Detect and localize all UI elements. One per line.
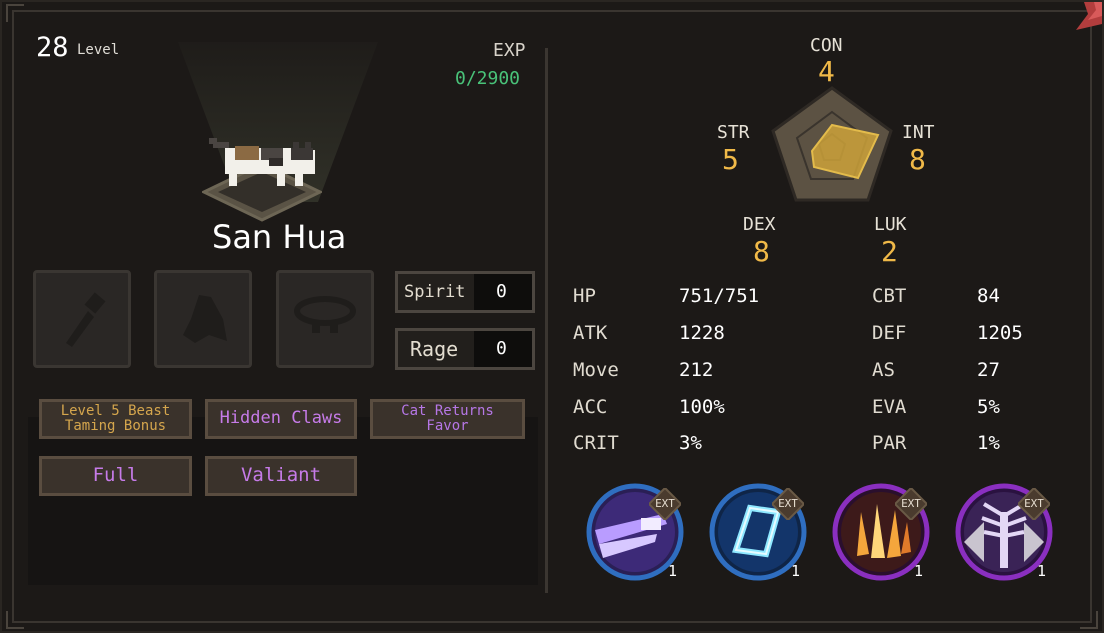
attr-str-value: 5 [722,143,739,176]
trait-tag[interactable]: Hidden Claws [205,399,357,439]
ext-badge-label: EXT [655,497,675,510]
stat-label: CRIT [573,432,619,454]
equip-slot-accessory[interactable] [276,270,374,368]
spirit-label: Spirit [404,282,466,302]
trait-tag[interactable]: Valiant [205,456,357,496]
exp-value: 0/2900 [455,68,521,89]
trait-tag[interactable]: Cat Returns Favor [370,399,525,439]
skill-count: 1 [790,562,800,580]
rage-value: 0 [474,331,532,367]
exp-label: EXP [493,40,526,61]
level-label: Level [77,42,120,58]
cat-pet-sprite[interactable] [207,130,322,192]
stat-label: DEF [872,322,907,344]
skill-count: 1 [667,562,677,580]
stat-value: 5% [977,396,1000,418]
character-panel: 28 Level EXP 0/2900 San Hua Spirit 0 Rag… [0,0,1104,633]
ext-badge: EXT [647,486,683,522]
stat-label: PAR [872,432,907,454]
trait-tag[interactable]: Full [39,456,192,496]
stat-value: 84 [977,285,1000,307]
ext-badge: EXT [1016,486,1052,522]
ext-badge-label: EXT [778,497,798,510]
attr-luk-label: LUK [874,214,907,235]
attr-str-label: STR [717,122,750,143]
ext-badge: EXT [893,486,929,522]
skill-slot[interactable]: EXT 1 [831,482,931,582]
level-number: 28 [36,32,69,63]
close-icon[interactable] [1066,2,1102,38]
stat-value: 1% [977,432,1000,454]
rage-label: Rage [410,337,459,361]
stat-label: AS [872,359,895,381]
stat-label: ATK [573,322,608,344]
stat-value: 212 [679,359,714,381]
skill-slot[interactable]: EXT 1 [708,482,808,582]
stat-label: ACC [573,396,608,418]
attr-int-value: 8 [909,143,926,176]
stat-label: CBT [872,285,907,307]
attribute-radar-chart [771,86,893,202]
stat-value: 751/751 [679,285,760,307]
stat-label: EVA [872,396,907,418]
stat-value: 1228 [679,322,725,344]
spirit-value: 0 [474,274,532,310]
corner-ornament [6,611,24,629]
attr-dex-label: DEX [743,214,776,235]
attr-con-label: CON [810,35,843,56]
trait-area [28,417,538,585]
ext-badge-label: EXT [1024,497,1044,510]
stat-value: 1205 [977,322,1023,344]
ext-badge-label: EXT [901,497,921,510]
trait-tag[interactable]: Level 5 Beast Taming Bonus [39,399,192,439]
stat-label: HP [573,285,596,307]
panel-divider [545,48,548,593]
spirit-box: Spirit 0 [395,271,535,313]
equip-slot-weapon[interactable] [33,270,131,368]
brush-icon [66,292,106,347]
corner-ornament [6,4,24,22]
attr-dex-value: 8 [753,235,770,268]
corner-ornament [1080,611,1098,629]
rage-box: Rage 0 [395,328,535,370]
collar-icon [294,296,356,333]
ext-badge: EXT [770,486,806,522]
cloak-icon [183,295,227,343]
stat-label: Move [573,359,619,381]
skill-count: 1 [913,562,923,580]
stat-value: 3% [679,432,702,454]
stat-value: 27 [977,359,1000,381]
skill-slot[interactable]: EXT 1 [585,482,685,582]
pet-name: San Hua [212,218,347,256]
skill-count: 1 [1036,562,1046,580]
stat-value: 100% [679,396,725,418]
attr-luk-value: 2 [881,235,898,268]
equip-slot-armor[interactable] [154,270,252,368]
attr-int-label: INT [902,122,935,143]
skill-slot[interactable]: EXT 1 [954,482,1054,582]
